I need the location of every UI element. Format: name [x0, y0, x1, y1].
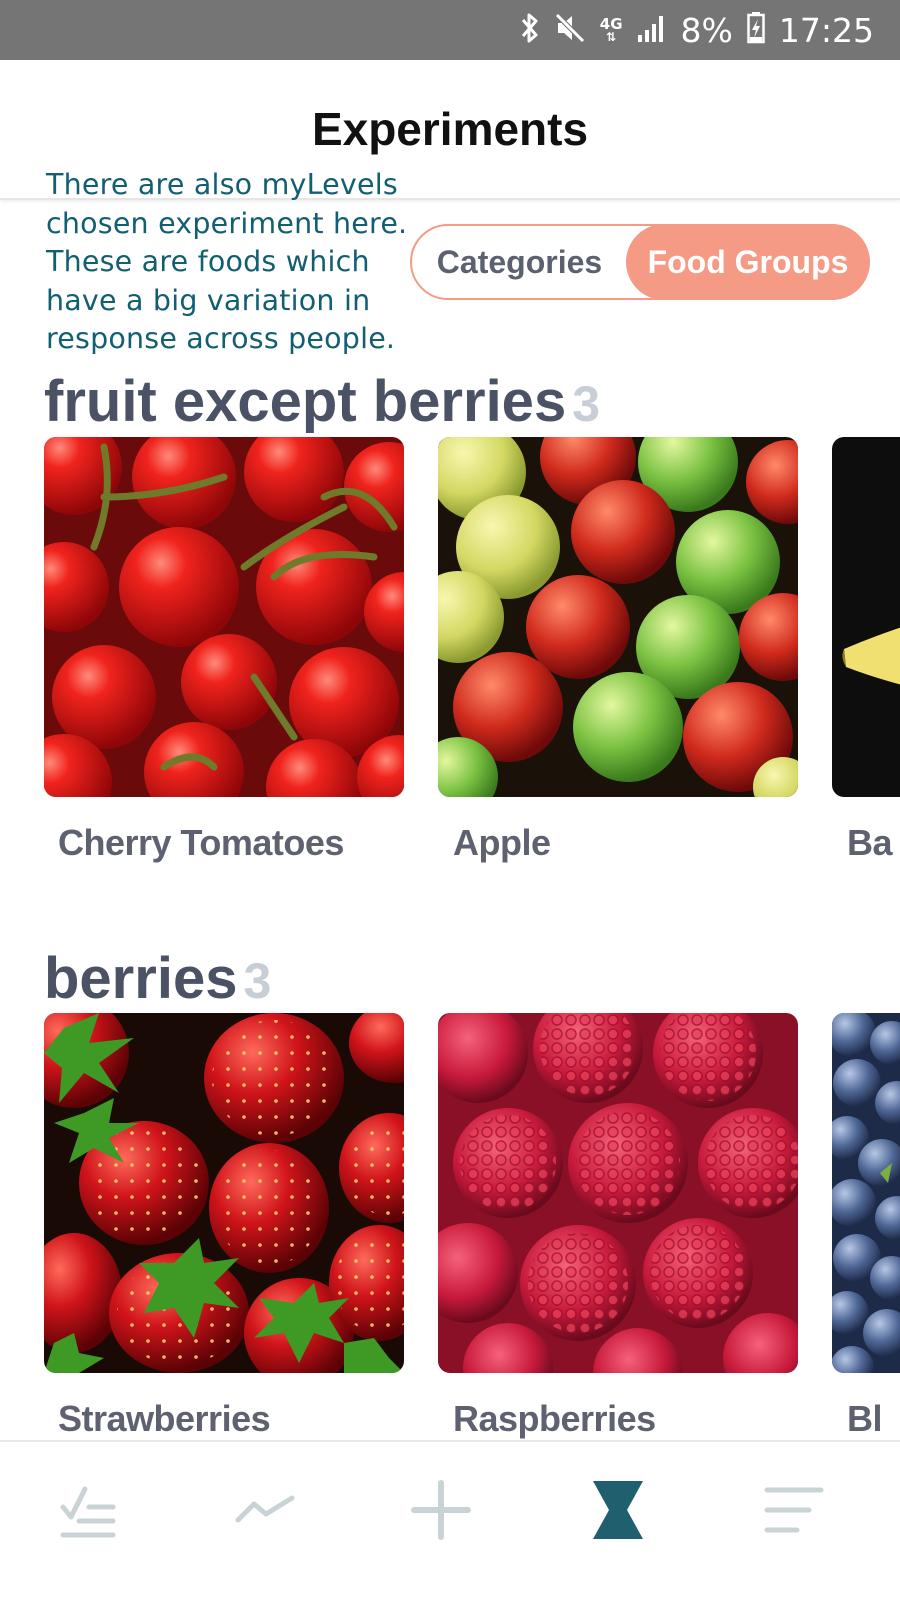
plus-icon — [411, 1480, 471, 1540]
food-label: Strawberries — [58, 1398, 271, 1439]
food-label: Cherry Tomatoes — [58, 822, 344, 863]
section-count: 3 — [572, 376, 601, 432]
battery-percent: 8% — [680, 10, 733, 50]
battery-charging-icon — [747, 11, 765, 49]
network-4g-icon: 4G ⇅ — [599, 14, 623, 44]
food-card-raspberries[interactable] — [438, 1013, 798, 1373]
section-title-berries: berries 3 — [44, 945, 271, 1012]
network-type-label: 4G — [599, 14, 623, 33]
nav-trends[interactable] — [225, 1470, 305, 1550]
nav-menu[interactable] — [754, 1470, 834, 1550]
section-title-text: fruit except berries — [44, 369, 567, 434]
food-card-banana[interactable] — [832, 437, 900, 797]
apples-photo — [438, 437, 798, 797]
food-label: Bl — [847, 1398, 883, 1439]
annotation-text: There are also myLevels chosen experimen… — [46, 166, 426, 359]
section-count: 3 — [243, 953, 272, 1009]
annotation-line: have a big variation in — [46, 283, 371, 317]
view-toggle: Categories Food Groups — [410, 224, 870, 300]
nav-add[interactable] — [401, 1470, 481, 1550]
segment-categories[interactable]: Categories — [412, 224, 627, 300]
banana-photo — [832, 437, 900, 797]
food-label: Raspberries — [453, 1398, 656, 1439]
raspberries-photo — [438, 1013, 798, 1373]
signal-icon — [637, 13, 667, 48]
status-bar: 4G ⇅ 8% 17:25 — [0, 0, 900, 60]
annotation-line: response across people. — [46, 322, 396, 355]
menu-lines-icon — [764, 1487, 824, 1533]
checklist-icon — [60, 1486, 116, 1538]
bluetooth-icon — [520, 11, 540, 50]
hourglass-icon — [593, 1481, 643, 1539]
food-card-apple[interactable] — [438, 437, 798, 797]
food-card-blueberries[interactable] — [832, 1013, 900, 1373]
food-card-cherry-tomatoes[interactable] — [44, 437, 404, 797]
page-title: Experiments — [311, 103, 589, 155]
annotation-line: These are foods which — [46, 245, 370, 278]
blueberries-photo — [832, 1013, 900, 1373]
food-label: Ba — [847, 822, 893, 863]
nav-experiments[interactable] — [578, 1470, 658, 1550]
section-title-fruit: fruit except berries 3 — [44, 368, 600, 435]
bottom-navigation — [0, 1440, 900, 1600]
annotation-line: chosen experiment here. — [46, 206, 408, 240]
section-title-text: berries — [44, 946, 238, 1011]
clock: 17:25 — [778, 10, 874, 50]
segment-food-groups[interactable]: Food Groups — [626, 224, 870, 300]
annotation-line: There are also myLevels — [46, 168, 398, 201]
trend-line-icon — [235, 1495, 295, 1523]
cherry-tomatoes-photo — [44, 437, 404, 797]
food-card-strawberries[interactable] — [44, 1013, 404, 1373]
mute-icon — [554, 12, 586, 49]
strawberries-photo — [44, 1013, 404, 1373]
food-label: Apple — [453, 822, 551, 863]
status-icons: 4G ⇅ 8% 17:25 — [520, 10, 874, 50]
nav-checklist[interactable] — [48, 1470, 128, 1550]
